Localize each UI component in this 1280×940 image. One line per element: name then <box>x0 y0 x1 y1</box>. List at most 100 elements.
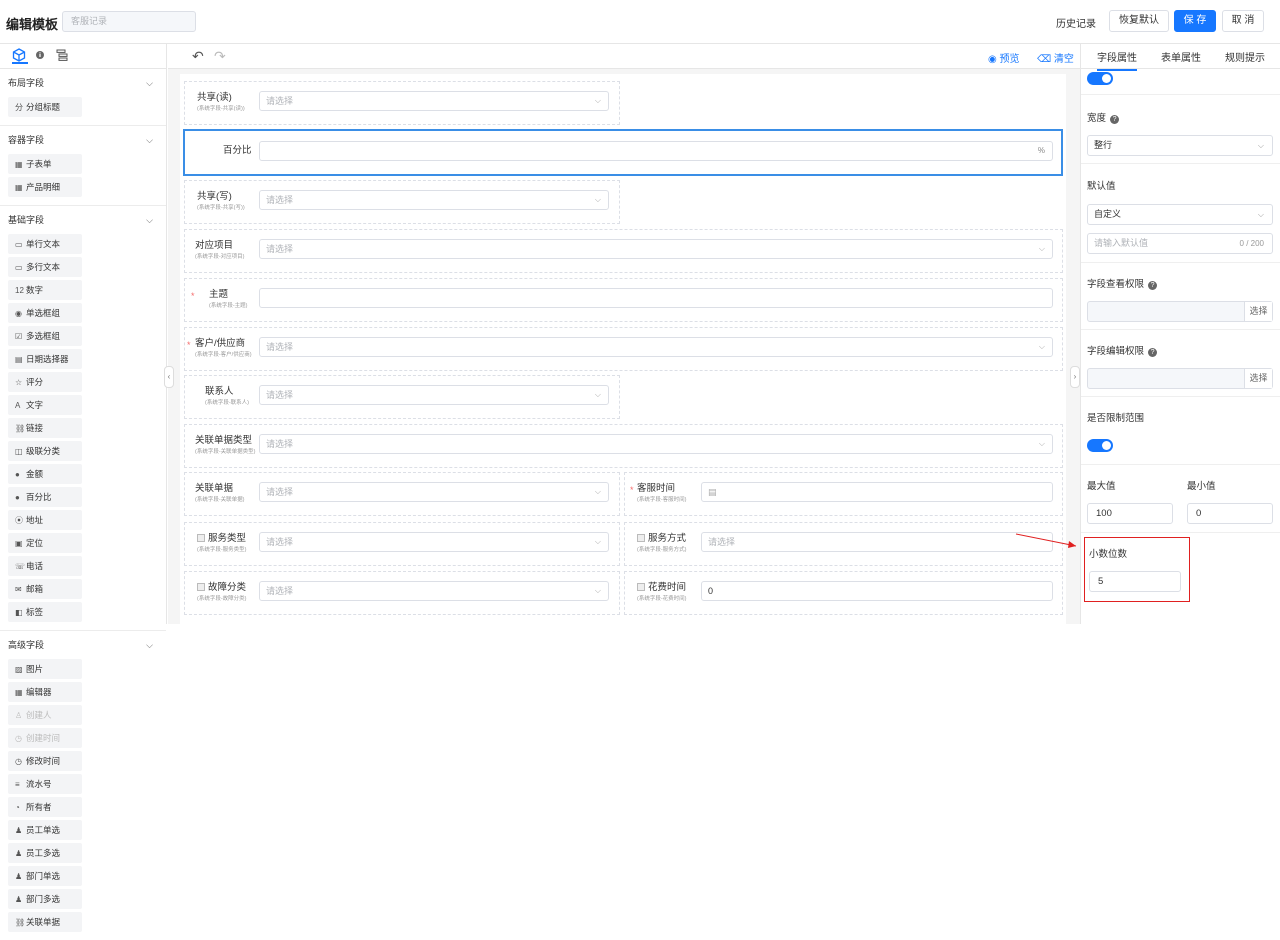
field-doc-type[interactable]: 关联单据类型 (系统字段-关联单据类型) 请选择 ⌵ <box>184 424 1063 468</box>
service-time-picker[interactable]: ▤ <box>701 482 1053 502</box>
field-type-icon: ◷ <box>15 734 22 743</box>
palette-item[interactable]: ◫ 级联分类 <box>8 441 82 461</box>
service-mode-input[interactable]: 请选择 <box>701 532 1053 552</box>
field-customer[interactable]: * 客户/供应商 (系统字段-客户/供应商) 请选择 ⌵ <box>184 327 1063 371</box>
field-share-write[interactable]: 共享(写) (系统字段-共享(写)) 请选择 ⌵ <box>184 180 620 224</box>
palette-item[interactable]: ◔ 所有者 <box>8 797 82 817</box>
palette-item[interactable]: ⛓关联单据 <box>8 912 82 932</box>
subject-input[interactable] <box>259 288 1053 308</box>
collapse-left-handle[interactable]: ‹ <box>164 366 174 388</box>
palette-section-header[interactable]: 高级字段 ⌵ <box>0 631 166 659</box>
field-type-icon: ◔ <box>15 803 20 812</box>
fault-category-select[interactable]: 请选择 ⌵ <box>259 581 609 601</box>
min-input[interactable]: 0 <box>1187 503 1273 524</box>
top-toggle[interactable] <box>1087 72 1113 85</box>
default-type-select[interactable]: 自定义 ⌵ <box>1087 204 1273 225</box>
view-permission-picker[interactable]: 选择 <box>1087 301 1273 322</box>
field-service-mode[interactable]: 服务方式 (系统字段-服务方式) 请选择 <box>624 522 1063 566</box>
cost-time-input[interactable]: 0 <box>701 581 1053 601</box>
percent-input[interactable]: % <box>259 141 1053 161</box>
palette-item[interactable]: ◉ 单选框组 <box>8 303 82 323</box>
field-service-time[interactable]: * 客服时间 (系统字段-客服时间) ▤ <box>624 472 1063 516</box>
palette-item[interactable]: ▭ 多行文本 <box>8 257 82 277</box>
tab-rule-hints[interactable]: 规则提示 <box>1225 49 1265 64</box>
palette-item[interactable]: ● 百分比 <box>8 487 82 507</box>
width-select[interactable]: 整行 ⌵ <box>1087 135 1273 156</box>
edit-permission-picker[interactable]: 选择 <box>1087 368 1273 389</box>
palette-item[interactable]: ◷ 修改时间 <box>8 751 82 771</box>
field-fault-category[interactable]: 故障分类 (系统字段-故障分类) 请选择 ⌵ <box>184 571 620 615</box>
field-contact[interactable]: 联系人 (系统字段-联系人) 请选择 ⌵ <box>184 375 620 419</box>
limit-range-toggle[interactable] <box>1087 439 1113 452</box>
palette-item[interactable]: ✉ 邮箱 <box>8 579 82 599</box>
field-doc[interactable]: 关联单据 (系统字段-关联单据) 请选择 ⌵ <box>184 472 620 516</box>
palette-item[interactable]: ⦿ 地址 <box>8 510 82 530</box>
history-link[interactable]: 历史记录 <box>1056 15 1096 30</box>
field-project[interactable]: 对应项目 (系统字段-对应项目) 请选择 ⌵ <box>184 229 1063 273</box>
preview-button[interactable]: ◉ 预览 <box>988 50 1020 65</box>
palette-item[interactable]: ♟ 员工单选 <box>8 820 82 840</box>
palette-item[interactable]: ⛓链接 <box>8 418 82 438</box>
palette-item[interactable]: ♟ 员工多选 <box>8 843 82 863</box>
palette-item[interactable]: ▭ 单行文本 <box>8 234 82 254</box>
max-input[interactable]: 100 <box>1087 503 1173 524</box>
field-share-read[interactable]: 共享(读) (系统字段-共享(读)) 请选择 ⌵ <box>184 81 620 125</box>
share-read-select[interactable]: 请选择 ⌵ <box>259 91 609 111</box>
share-write-select[interactable]: 请选择 ⌵ <box>259 190 609 210</box>
undo-icon[interactable]: ↶ <box>192 48 204 65</box>
palette-item[interactable]: ≡ 流水号 <box>8 774 82 794</box>
palette-item[interactable]: ▦ 编辑器 <box>8 682 82 702</box>
palette-item[interactable]: 分分组标题 <box>8 97 82 117</box>
palette-item[interactable]: ◧ 标签 <box>8 602 82 622</box>
info-tab[interactable] <box>33 48 49 64</box>
default-value-input[interactable]: 请输入默认值 0 / 200 <box>1087 233 1273 254</box>
palette-item[interactable]: ☏电话 <box>8 556 82 576</box>
checkbox-icon[interactable] <box>197 534 205 542</box>
palette-item[interactable]: ● 金额 <box>8 464 82 484</box>
service-type-select[interactable]: 请选择 ⌵ <box>259 532 609 552</box>
doc-select[interactable]: 请选择 ⌵ <box>259 482 609 502</box>
palette-item[interactable]: ▦ 产品明细 <box>8 177 82 197</box>
field-type-icon: ⛓ <box>15 918 26 927</box>
palette-item[interactable]: ♟ 部门多选 <box>8 889 82 909</box>
field-service-type[interactable]: 服务类型 (系统字段-服务类型) 请选择 ⌵ <box>184 522 620 566</box>
customer-select[interactable]: 请选择 ⌵ <box>259 337 1053 357</box>
checkbox-icon[interactable] <box>197 583 205 591</box>
project-select[interactable]: 请选择 ⌵ <box>259 239 1053 259</box>
palette-section-header[interactable]: 基础字段 ⌵ <box>0 206 166 234</box>
palette-item[interactable]: ▤ 日期选择器 <box>8 349 82 369</box>
restore-default-button[interactable]: 恢复默认 <box>1109 10 1169 32</box>
palette-section-header[interactable]: 容器字段 ⌵ <box>0 126 166 154</box>
tree-tab[interactable] <box>55 48 71 64</box>
palette-item[interactable]: ▦ 子表单 <box>8 154 82 174</box>
components-tab[interactable] <box>12 48 28 64</box>
field-cost-time[interactable]: 花费时间 (系统字段-花费时间) 0 <box>624 571 1063 615</box>
collapse-right-handle[interactable]: › <box>1070 366 1080 388</box>
palette-item[interactable]: ☑ 多选框组 <box>8 326 82 346</box>
palette-section-header[interactable]: 布局字段 ⌵ <box>0 69 166 97</box>
field-type-icon: ▦ <box>15 183 23 192</box>
checkbox-icon[interactable] <box>637 534 645 542</box>
template-name-input[interactable]: 客服记录 <box>62 11 196 32</box>
field-subject[interactable]: * 主题 (系统字段-主题) <box>184 278 1063 322</box>
doc-type-select[interactable]: 请选择 ⌵ <box>259 434 1053 454</box>
chevron-down-icon: ⌵ <box>1038 244 1045 253</box>
save-button[interactable]: 保 存 <box>1174 10 1216 32</box>
clear-button[interactable]: ⌫ 清空 <box>1037 50 1074 65</box>
field-percent-selected[interactable]: 百分比 % <box>183 129 1063 176</box>
palette-item[interactable]: A 文字 <box>8 395 82 415</box>
view-choose-button[interactable]: 选择 <box>1244 302 1272 321</box>
palette-item[interactable]: ♟ 部门单选 <box>8 866 82 886</box>
palette-item[interactable]: ▨ 图片 <box>8 659 82 679</box>
edit-choose-button[interactable]: 选择 <box>1244 369 1272 388</box>
checkbox-icon[interactable] <box>637 583 645 591</box>
cancel-button[interactable]: 取 消 <box>1222 10 1264 32</box>
palette-item[interactable]: 12 数字 <box>8 280 82 300</box>
palette-item[interactable]: ☆ 评分 <box>8 372 82 392</box>
tab-field-properties[interactable]: 字段属性 <box>1097 49 1137 71</box>
palette-item[interactable]: ▣ 定位 <box>8 533 82 553</box>
contact-select[interactable]: 请选择 ⌵ <box>259 385 609 405</box>
tab-form-properties[interactable]: 表单属性 <box>1161 49 1201 64</box>
limit-range-label: 是否限制范围 <box>1087 413 1145 424</box>
redo-icon[interactable]: ↷ <box>214 48 226 65</box>
